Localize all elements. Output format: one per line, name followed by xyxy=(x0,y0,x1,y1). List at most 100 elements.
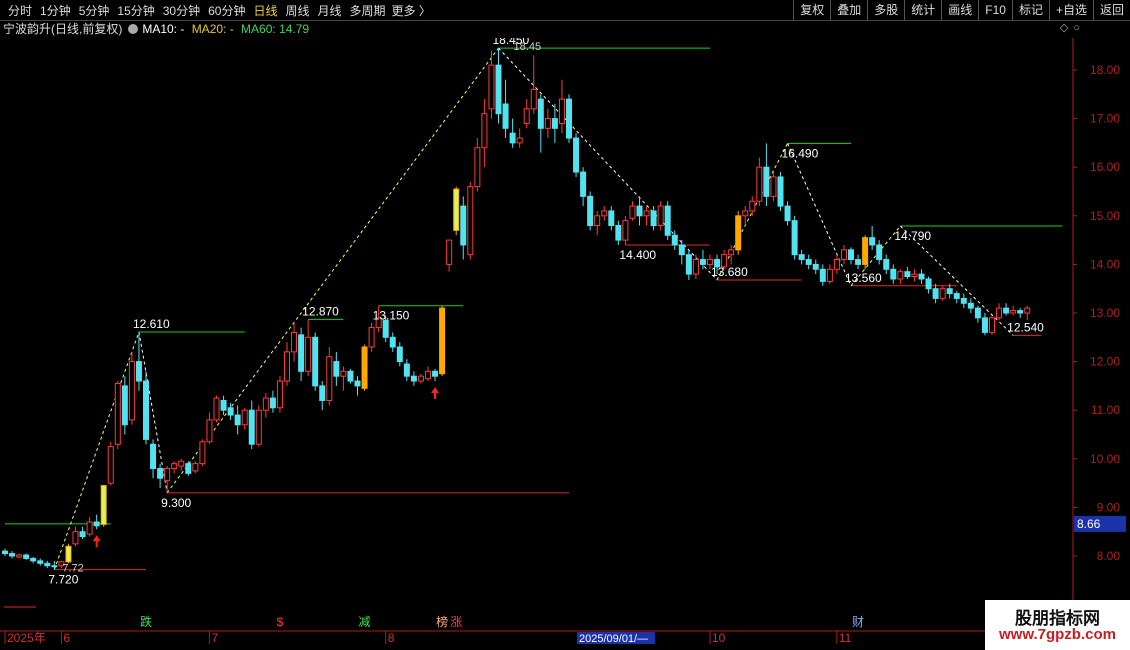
candle-body xyxy=(326,356,333,401)
event-mark: 财 xyxy=(852,615,864,629)
current-price-label: 8.66 xyxy=(1077,517,1101,531)
pivot-label: 12.870 xyxy=(302,304,339,318)
candle-body xyxy=(502,103,509,129)
candle-body xyxy=(819,268,826,282)
candle-body xyxy=(749,200,756,212)
period-tab-30min[interactable]: 30分钟 xyxy=(163,2,200,19)
pivot-label: 7.720 xyxy=(48,573,78,587)
draw-line-button[interactable]: 画线 xyxy=(941,0,978,20)
candle-body xyxy=(488,64,495,110)
period-tab-multi[interactable]: 多周期 xyxy=(350,2,386,19)
candle-body xyxy=(636,205,643,217)
candle-body xyxy=(601,210,608,217)
candle-body xyxy=(573,137,580,173)
candle-body xyxy=(30,557,37,562)
candle-body xyxy=(319,385,326,401)
period-tab-daily[interactable]: 日线 xyxy=(253,2,277,19)
candle-body xyxy=(981,317,988,333)
zigzag-segment xyxy=(787,143,852,286)
candle-body xyxy=(742,210,749,217)
adjust-button[interactable]: 复权 xyxy=(793,0,830,20)
candle-body xyxy=(432,370,439,377)
chevron-right-icon: 〉 xyxy=(415,3,431,18)
candle-body xyxy=(798,254,805,261)
y-tick-label: 10.00 xyxy=(1090,452,1120,466)
candle-body xyxy=(558,98,565,124)
kline-chart[interactable]: 8.00 9.00 10.00 11.00 12.00 13.00 14.00 15.00 16… xyxy=(0,38,1130,650)
add-watchlist-button[interactable]: +自选 xyxy=(1048,0,1093,20)
candle-body xyxy=(664,205,671,236)
period-tab-weekly[interactable]: 周线 xyxy=(285,2,309,19)
circle-icon[interactable]: ○ xyxy=(1073,22,1080,34)
candle-body xyxy=(735,215,742,251)
candle-body xyxy=(770,176,777,197)
period-tab-monthly[interactable]: 月线 xyxy=(318,2,342,19)
candle-body xyxy=(347,370,354,382)
period-tab-60min[interactable]: 60分钟 xyxy=(208,2,245,19)
candle-body xyxy=(128,361,135,421)
candle-body xyxy=(784,205,791,222)
candle-body xyxy=(143,380,149,440)
y-tick-label: 12.00 xyxy=(1090,355,1120,369)
candle-body xyxy=(509,132,516,144)
price-annotation: 7.72 xyxy=(62,563,83,575)
candle-body xyxy=(989,317,995,333)
multi-stock-button[interactable]: 多股 xyxy=(867,0,904,20)
indicator-info-bar: 宁波韵升(日线,前复权) MA10: - MA20: - MA60: 14.79 xyxy=(0,21,313,38)
statistics-button[interactable]: 统计 xyxy=(904,0,941,20)
more-menu-button[interactable]: 更多 〉 xyxy=(392,2,431,19)
candle-body xyxy=(114,382,121,445)
y-tick-label: 13.00 xyxy=(1090,306,1120,320)
candle-body xyxy=(580,171,587,197)
candle-body xyxy=(650,210,657,227)
candle-body xyxy=(904,271,911,278)
candle-body xyxy=(974,307,981,319)
candle-body xyxy=(460,205,467,246)
candle-body xyxy=(728,249,735,256)
candle-body xyxy=(537,98,544,129)
settings-gear-icon[interactable] xyxy=(128,24,139,34)
candle-body xyxy=(284,351,290,382)
buy-arrow-icon xyxy=(92,535,101,548)
candle-body xyxy=(805,259,812,265)
candle-body xyxy=(932,288,939,299)
candle-body xyxy=(855,259,862,265)
candle-body xyxy=(16,554,23,558)
candle-body xyxy=(227,407,234,416)
candle-body xyxy=(967,302,974,309)
candle-body xyxy=(446,239,453,265)
back-button[interactable]: 返回 xyxy=(1092,0,1130,20)
f10-button[interactable]: F10 xyxy=(978,0,1012,20)
right-toolbar: 复权 叠加 多股 统计 画线 F10 标记 +自选 返回 xyxy=(793,0,1130,20)
candle-body xyxy=(425,370,431,380)
x-tick-label: 10 xyxy=(712,631,726,645)
candle-body xyxy=(333,361,340,377)
candle-body xyxy=(763,166,770,197)
overlay-button[interactable]: 叠加 xyxy=(830,0,867,20)
candle-body xyxy=(269,397,276,409)
event-mark: $ xyxy=(277,615,284,629)
candle-body xyxy=(354,380,361,387)
candle-body xyxy=(862,237,869,265)
mark-button[interactable]: 标记 xyxy=(1011,0,1049,20)
candle-body xyxy=(918,273,925,280)
period-tab-intraday[interactable]: 分时 xyxy=(8,2,32,19)
candle-body xyxy=(516,137,523,144)
candle-body xyxy=(946,288,953,295)
event-mark: 减 xyxy=(359,615,371,629)
pivot-label: 14.790 xyxy=(894,229,931,243)
candle-body xyxy=(248,409,255,445)
period-tab-1min[interactable]: 1分钟 xyxy=(40,2,71,19)
diamond-icon[interactable]: ◇ xyxy=(1060,22,1068,34)
candle-body xyxy=(157,468,164,479)
candle-body xyxy=(615,225,622,241)
period-tab-15min[interactable]: 15分钟 xyxy=(117,2,154,19)
period-tab-5min[interactable]: 5分钟 xyxy=(79,2,110,19)
candle-body xyxy=(495,64,502,115)
watermark: 股朋指标网 www.7gpzb.com xyxy=(985,600,1130,650)
candle-body xyxy=(206,419,213,443)
candle-body xyxy=(199,441,206,465)
candle-body xyxy=(44,562,51,567)
pivot-label: 14.400 xyxy=(619,248,656,262)
candle-body xyxy=(544,118,551,129)
